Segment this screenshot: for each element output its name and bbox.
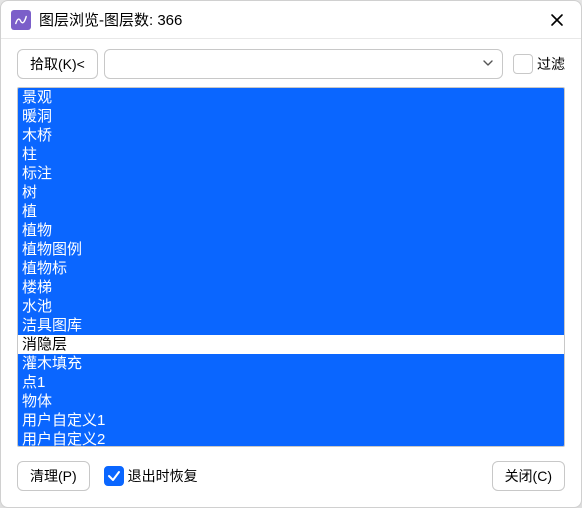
window-title: 图层浏览-图层数: 366 bbox=[39, 9, 545, 30]
list-item[interactable]: 植物图例 bbox=[18, 240, 564, 259]
list-item[interactable]: 物体 bbox=[18, 392, 564, 411]
toolbar: 拾取(K)< 过滤 bbox=[1, 39, 581, 87]
layer-combo[interactable] bbox=[104, 49, 503, 79]
pick-button[interactable]: 拾取(K)< bbox=[17, 49, 98, 79]
restore-checkbox-wrap: 退出时恢复 bbox=[104, 466, 198, 486]
list-item[interactable]: 标注 bbox=[18, 164, 564, 183]
footer: 清理(P) 退出时恢复 关闭(C) bbox=[1, 447, 581, 507]
restore-checkbox[interactable] bbox=[104, 466, 124, 486]
app-icon bbox=[11, 10, 31, 30]
list-item[interactable]: 消隐层 bbox=[18, 335, 564, 354]
list-item[interactable]: 植物标 bbox=[18, 259, 564, 278]
list-item[interactable]: 柱 bbox=[18, 145, 564, 164]
list-item[interactable]: 植 bbox=[18, 202, 564, 221]
list-item[interactable]: 用户自定义1 bbox=[18, 411, 564, 430]
list-item[interactable]: 点1 bbox=[18, 373, 564, 392]
list-item[interactable]: 木桥 bbox=[18, 126, 564, 145]
list-item[interactable]: 暖洞 bbox=[18, 107, 564, 126]
close-icon[interactable] bbox=[545, 8, 569, 32]
close-button[interactable]: 关闭(C) bbox=[492, 461, 565, 491]
dialog-window: 图层浏览-图层数: 366 拾取(K)< 过滤 景观暖洞木桥柱标注树植植物植物图… bbox=[0, 0, 582, 508]
list-item[interactable]: 用户自定义2 bbox=[18, 430, 564, 446]
list-item[interactable]: 洁具图库 bbox=[18, 316, 564, 335]
list-item[interactable]: 楼梯 bbox=[18, 278, 564, 297]
list-item[interactable]: 灌木填充 bbox=[18, 354, 564, 373]
list-item[interactable]: 水池 bbox=[18, 297, 564, 316]
restore-label: 退出时恢复 bbox=[128, 466, 198, 486]
list-item[interactable]: 景观 bbox=[18, 88, 564, 107]
titlebar: 图层浏览-图层数: 366 bbox=[1, 1, 581, 39]
layer-list-scroll[interactable]: 景观暖洞木桥柱标注树植植物植物图例植物标楼梯水池洁具图库消隐层灌木填充点1物体用… bbox=[18, 88, 564, 446]
filter-checkbox-wrap: 过滤 bbox=[513, 54, 565, 74]
clean-button[interactable]: 清理(P) bbox=[17, 461, 90, 491]
filter-label: 过滤 bbox=[537, 54, 565, 74]
list-item[interactable]: 树 bbox=[18, 183, 564, 202]
filter-checkbox[interactable] bbox=[513, 54, 533, 74]
list-item[interactable]: 植物 bbox=[18, 221, 564, 240]
chevron-down-icon bbox=[482, 56, 494, 72]
layer-list: 景观暖洞木桥柱标注树植植物植物图例植物标楼梯水池洁具图库消隐层灌木填充点1物体用… bbox=[17, 87, 565, 447]
